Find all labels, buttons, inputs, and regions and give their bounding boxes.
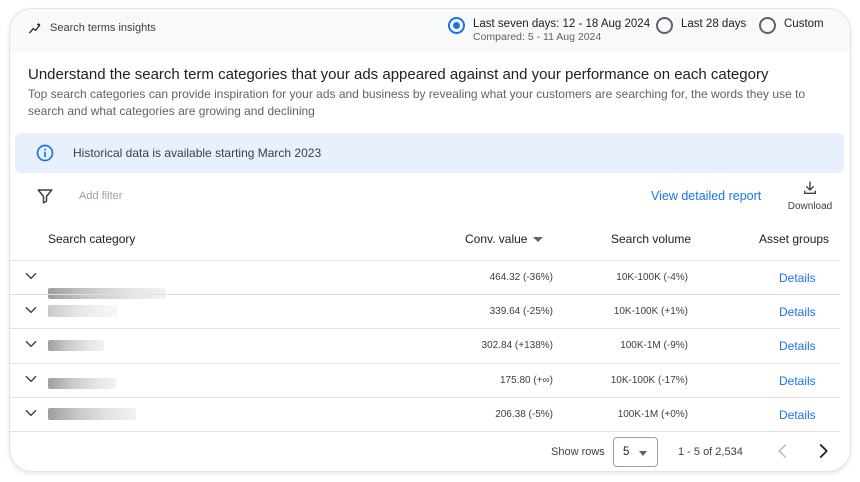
redacted-category-name: [48, 340, 104, 351]
date-option-last-28-days[interactable]: Last 28 days: [656, 17, 746, 34]
divider: [10, 431, 840, 432]
intro-heading: Understand the search term categories th…: [28, 66, 769, 83]
filter-icon[interactable]: [36, 187, 54, 205]
conv-value-cell: 302.84 (+138%): [481, 340, 553, 351]
radio-button[interactable]: [759, 17, 776, 34]
search-terms-insights-card: Search terms insights Last seven days: 1…: [10, 9, 850, 471]
details-link[interactable]: Details: [779, 271, 816, 285]
table-row: 175.80 (+∞) 10K-100K (-17%) Details: [10, 364, 840, 398]
sort-descending-icon: [533, 237, 544, 243]
conv-value-cell: 464.32 (-36%): [489, 272, 553, 283]
details-link[interactable]: Details: [779, 305, 816, 319]
pagination-range: 1 - 5 of 2,534: [678, 446, 743, 458]
table-row: 302.84 (+138%) 100K-1M (-9%) Details: [10, 329, 840, 363]
conv-value-cell: 175.80 (+∞): [500, 375, 553, 386]
radio-button[interactable]: [656, 17, 673, 34]
redacted-category-name: [48, 305, 118, 317]
view-detailed-report-link[interactable]: View detailed report: [651, 189, 761, 203]
table-row: 464.32 (-36%) 10K-100K (-4%) Details: [10, 261, 840, 299]
chevron-down-icon[interactable]: [24, 269, 38, 283]
date-option-label: Last seven days: 12 - 18 Aug 2024: [473, 18, 651, 30]
search-volume-cell: 10K-100K (-17%): [610, 375, 688, 386]
show-rows-label: Show rows: [551, 446, 605, 458]
conv-value-cell: 206.38 (-5%): [495, 409, 553, 420]
radio-button-selected[interactable]: [448, 17, 465, 34]
chevron-down-icon[interactable]: [24, 406, 38, 420]
redacted-category-name: [48, 408, 136, 420]
banner-text: Historical data is available starting Ma…: [73, 146, 322, 160]
chevron-left-icon[interactable]: [774, 442, 792, 460]
rows-per-page-select[interactable]: 5: [613, 437, 658, 467]
table-row: 339.64 (-25%) 10K-100K (+1%) Details: [10, 295, 840, 329]
details-link[interactable]: Details: [779, 339, 816, 353]
historical-data-banner: Historical data is available starting Ma…: [15, 133, 844, 173]
search-volume-cell: 100K-1M (-9%): [620, 340, 688, 351]
column-header-asset-groups: Asset groups: [759, 232, 830, 246]
chevron-right-icon[interactable]: [814, 442, 832, 460]
insights-title: Search terms insights: [28, 21, 156, 35]
chevron-down-icon[interactable]: [24, 372, 38, 386]
date-option-last-seven-days[interactable]: Last seven days: 12 - 18 Aug 2024 Compar…: [448, 17, 650, 43]
details-link[interactable]: Details: [779, 374, 816, 388]
rows-per-page-value: 5: [623, 446, 630, 458]
comparison-range-label: Compared: 5 - 11 Aug 2024: [473, 31, 602, 43]
date-option-custom[interactable]: Custom: [759, 17, 824, 34]
chevron-down-icon[interactable]: [24, 303, 38, 317]
dropdown-caret-icon: [639, 451, 647, 456]
download-icon: [804, 181, 816, 194]
info-icon: [36, 144, 54, 162]
redacted-category-name: [48, 378, 116, 389]
insights-icon: [29, 22, 41, 34]
download-button[interactable]: Download: [780, 180, 840, 212]
column-header-label: Conv. value: [465, 232, 528, 246]
column-header-conv-value[interactable]: Conv. value: [465, 232, 544, 246]
conv-value-cell: 339.64 (-25%): [489, 306, 553, 317]
intro-description: Top search categories can provide inspir…: [28, 87, 806, 118]
search-volume-cell: 10K-100K (-4%): [616, 272, 688, 283]
details-link[interactable]: Details: [779, 408, 816, 422]
date-option-label: Custom: [784, 18, 824, 30]
column-header-search-category: Search category: [48, 232, 136, 246]
date-option-label: Last 28 days: [681, 18, 747, 30]
search-volume-cell: 10K-100K (+1%): [613, 306, 688, 317]
column-header-search-volume: Search volume: [611, 232, 692, 246]
insights-title-text: Search terms insights: [50, 22, 156, 34]
download-label: Download: [787, 201, 833, 212]
search-volume-cell: 100K-1M (+0%): [617, 409, 688, 420]
table-row: 206.38 (-5%) 100K-1M (+0%) Details: [10, 398, 840, 432]
insights-header-bar: Search terms insights Last seven days: 1…: [10, 9, 850, 52]
add-filter-input[interactable]: Add filter: [79, 190, 122, 202]
chevron-down-icon[interactable]: [24, 337, 38, 351]
